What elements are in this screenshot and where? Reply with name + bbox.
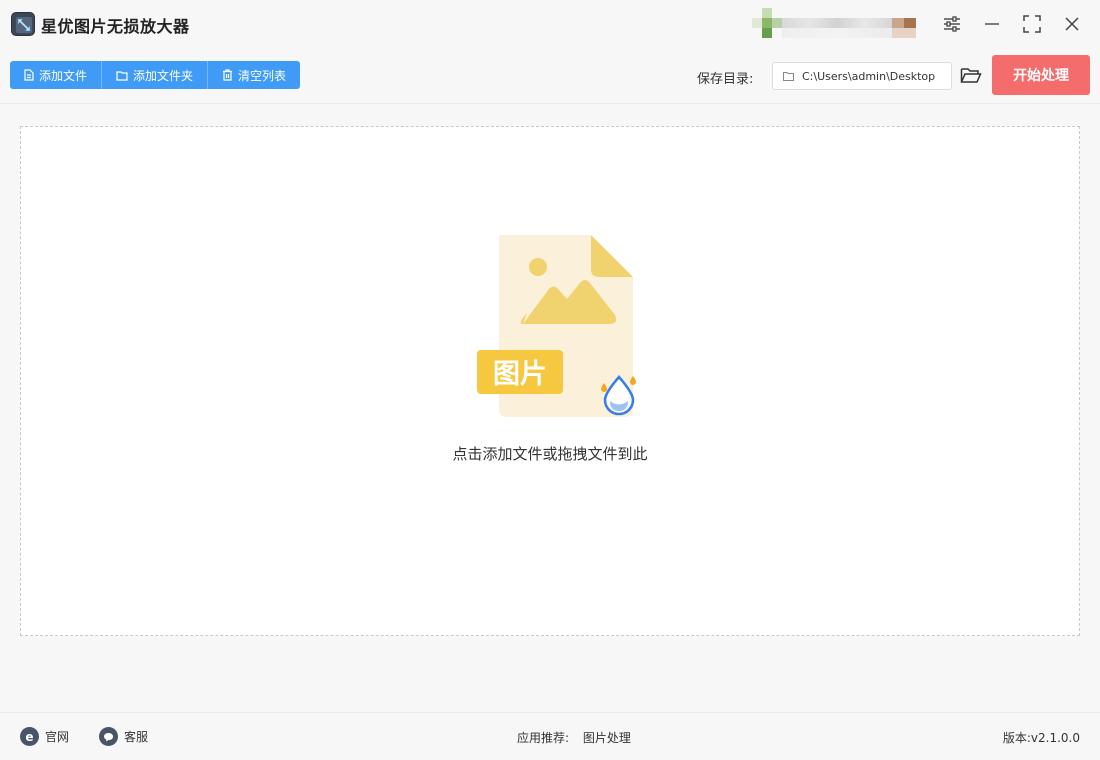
title-bar: 星优图片无损放大器: [0, 0, 1100, 48]
chat-bubble-icon: [99, 727, 118, 746]
file-drop-zone[interactable]: 图片 点击添加文件或拖拽文件到此: [20, 126, 1080, 636]
app-title: 星优图片无损放大器: [41, 17, 190, 36]
footer: e 官网 客服 应用推荐: 图片处理 版本:v2.1.0.0: [0, 712, 1100, 760]
add-file-button[interactable]: 添加文件: [10, 61, 103, 89]
toolbar: 添加文件 添加文件夹 清空列表 保存目录: C:\Users\admin\Des…: [0, 48, 1100, 104]
add-folder-button[interactable]: 添加文件夹: [102, 61, 209, 89]
browse-folder-icon[interactable]: [960, 65, 982, 87]
maximize-icon[interactable]: [1019, 11, 1045, 37]
support-label: 客服: [124, 730, 149, 744]
save-path-value: C:\Users\admin\Desktop: [802, 69, 936, 83]
close-icon[interactable]: [1059, 11, 1085, 37]
user-avatar[interactable]: [752, 8, 924, 38]
website-label: 官网: [45, 730, 70, 744]
save-path-field[interactable]: C:\Users\admin\Desktop: [772, 62, 952, 90]
clear-list-button[interactable]: 清空列表: [208, 61, 301, 89]
folder-outline-icon: [783, 72, 794, 81]
support-link[interactable]: 客服: [99, 727, 148, 746]
main-area: 图片 点击添加文件或拖拽文件到此: [0, 105, 1100, 712]
app-logo-icon: [11, 12, 35, 36]
trash-icon: [223, 69, 233, 81]
image-badge-text: 图片: [493, 359, 547, 390]
add-file-label: 添加文件: [39, 68, 88, 83]
recommend-label: 应用推荐:: [517, 731, 570, 745]
folder-icon: [116, 70, 128, 81]
save-dir-label: 保存目录:: [697, 72, 754, 87]
version-text: 版本:v2.1.0.0: [1002, 731, 1080, 745]
file-icon: [24, 69, 34, 81]
file-button-group: 添加文件 添加文件夹 清空列表: [10, 61, 301, 89]
recommend-link-image-processing[interactable]: 图片处理: [583, 731, 631, 745]
settings-sliders-icon[interactable]: [939, 11, 965, 37]
website-e-icon: e: [20, 727, 39, 746]
app-recommend: 应用推荐: 图片处理: [517, 729, 631, 746]
drop-hint-text: 点击添加文件或拖拽文件到此: [452, 445, 648, 463]
clear-list-label: 清空列表: [238, 68, 287, 83]
start-processing-button[interactable]: 开始处理: [992, 55, 1090, 95]
minimize-icon[interactable]: [979, 11, 1005, 37]
website-link[interactable]: e 官网: [20, 727, 69, 746]
image-file-icon: 图片: [477, 235, 636, 417]
add-folder-label: 添加文件夹: [133, 68, 194, 83]
